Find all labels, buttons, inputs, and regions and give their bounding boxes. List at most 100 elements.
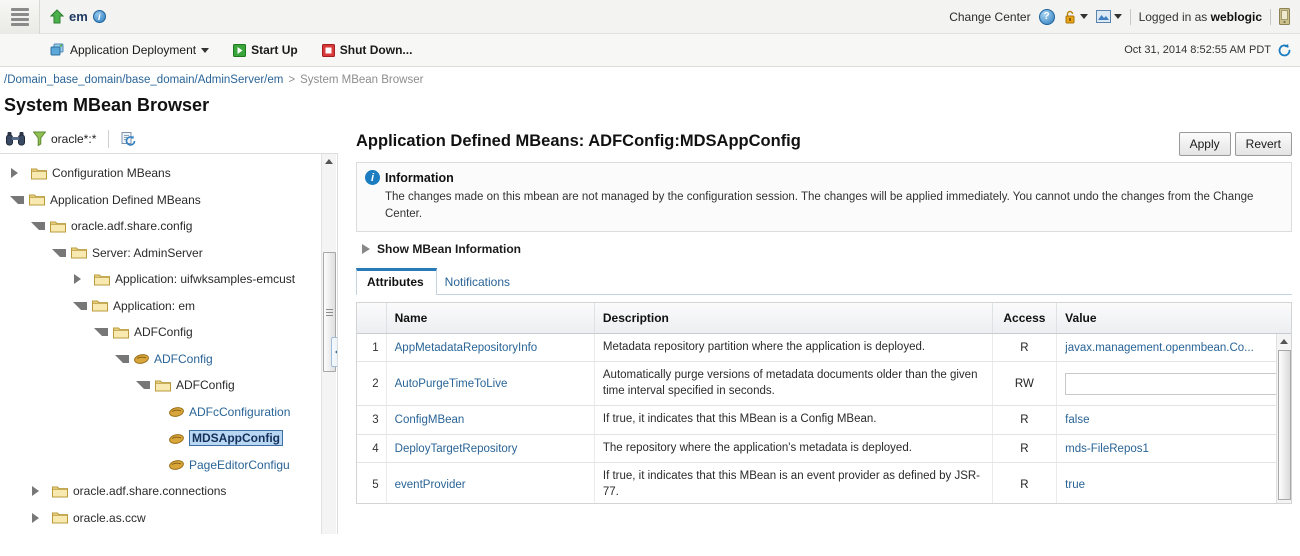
detail-tabs: Attributes Notifications — [356, 268, 1292, 296]
collapse-triangle-icon[interactable] — [52, 248, 66, 257]
tree-node-label: ADFConfig — [154, 351, 213, 366]
panel-collapse-handle[interactable] — [331, 337, 337, 367]
collapse-triangle-icon[interactable] — [10, 195, 24, 204]
attribute-name-link[interactable]: eventProvider — [395, 479, 466, 491]
tree-node-application-em[interactable]: Application: em — [0, 293, 337, 320]
information-panel: i Information The changes made on this m… — [356, 162, 1292, 233]
application-deployment-icon — [50, 43, 65, 57]
refresh-icon[interactable] — [1277, 43, 1292, 58]
show-mbean-information-label: Show MBean Information — [377, 242, 521, 257]
picture-menu-button[interactable] — [1095, 10, 1122, 23]
tree-node-adfconfig[interactable]: ADFConfig — [0, 319, 337, 346]
application-deployment-menu[interactable]: Application Deployment — [50, 43, 210, 57]
scroll-up-arrow-icon[interactable] — [1277, 334, 1291, 349]
tree-node-mdsappconfig[interactable]: MDSAppConfig — [0, 425, 337, 452]
tree-node-application-defined-mbeans[interactable]: Application Defined MBeans — [0, 187, 337, 214]
attribute-value-link[interactable]: mds-FileRepos1 — [1065, 443, 1283, 455]
start-up-button[interactable]: Start Up — [233, 43, 298, 57]
column-header-name[interactable]: Name — [386, 303, 595, 334]
help-icon[interactable]: ? — [1038, 8, 1055, 25]
table-row[interactable]: 1 AppMetadataRepositoryInfo Metadata repos… — [357, 333, 1291, 363]
tree-node-adfcconfiguration[interactable]: ADFcConfiguration — [0, 399, 337, 426]
attribute-name-link[interactable]: AutoPurgeTimeToLive — [395, 378, 508, 390]
tree-node-oracle-as-ccw[interactable]: oracle.as.ccw — [0, 505, 337, 532]
tree-scroll-area: Configuration MBeans Application Defined … — [0, 154, 338, 534]
funnel-filter-icon — [32, 131, 47, 147]
attribute-name-link[interactable]: DeployTargetRepository — [395, 443, 518, 455]
row-number: 3 — [357, 405, 387, 435]
server-host-icon[interactable] — [1279, 8, 1290, 25]
attribute-value-link[interactable]: true — [1065, 479, 1283, 491]
apply-button[interactable]: Apply — [1178, 132, 1231, 156]
tree-node-adfconfig[interactable]: ADFConfig — [0, 372, 337, 399]
tree-node-configuration-mbeans[interactable]: Configuration MBeans — [0, 160, 337, 187]
tree-node-label: oracle.adf.share.connections — [73, 484, 227, 499]
revert-button[interactable]: Revert — [1234, 132, 1292, 156]
content-header-buttons: Apply Revert — [1178, 132, 1292, 156]
mbean-filter[interactable]: oracle*:* — [32, 131, 96, 147]
attribute-name-link[interactable]: ConfigMBean — [395, 414, 465, 426]
hamburger-menu-icon[interactable] — [0, 0, 40, 34]
attribute-name-cell: AutoPurgeTimeToLive — [386, 361, 595, 407]
collapse-triangle-icon[interactable] — [136, 381, 150, 390]
tree-node-label: ADFcConfiguration — [189, 404, 291, 419]
tree-node-label: Application: uifwksamples-emcust — [115, 272, 296, 287]
table-row[interactable]: 2 AutoPurgeTimeToLive Automatically purge … — [357, 361, 1291, 407]
green-up-arrow-icon — [50, 9, 64, 24]
table-row[interactable]: 3 ConfigMBean If true, it indicates that t… — [357, 405, 1291, 435]
refresh-tree-icon[interactable] — [121, 131, 136, 146]
tree-node-label: Server: AdminServer — [92, 245, 203, 260]
tree-node-application-uifwksamples-emcust[interactable]: Application: uifwksamples-emcust — [0, 266, 337, 293]
table-row[interactable]: 5 eventProvider If true, it indicates that… — [357, 462, 1291, 504]
column-header-description[interactable]: Description — [594, 303, 993, 334]
attribute-value-input[interactable] — [1065, 372, 1283, 395]
column-header-row-number[interactable] — [357, 303, 387, 334]
collapse-triangle-icon[interactable] — [94, 328, 108, 337]
tree-node-oracle-adf-share-connections[interactable]: oracle.adf.share.connections — [0, 478, 337, 505]
scroll-up-arrow-icon[interactable] — [322, 154, 336, 169]
collapse-triangle-icon[interactable] — [31, 222, 45, 231]
brand-group[interactable]: em i — [50, 9, 106, 24]
attribute-name-cell: AppMetadataRepositoryInfo — [386, 333, 595, 363]
attribute-value-link[interactable]: javax.management.openmbean.Co... — [1065, 342, 1283, 354]
attribute-name-link[interactable]: AppMetadataRepositoryInfo — [395, 342, 538, 354]
mbean-icon — [134, 353, 149, 365]
info-icon[interactable]: i — [92, 10, 106, 23]
logged-in-prefix: Logged in as — [1138, 9, 1208, 24]
expand-triangle-icon[interactable] — [74, 274, 88, 285]
breadcrumb-link[interactable]: /Domain_base_domain/base_domain/AdminSer… — [4, 74, 283, 86]
chevron-down-icon — [1113, 14, 1122, 19]
information-title: Information — [385, 170, 454, 185]
collapse-triangle-icon[interactable] — [73, 301, 87, 310]
folder-icon — [113, 326, 129, 339]
show-mbean-information-toggle[interactable]: Show MBean Information — [362, 242, 1292, 256]
expand-triangle-icon[interactable] — [11, 168, 25, 179]
attribute-description-cell: Metadata repository partition where the … — [594, 333, 993, 363]
column-header-access[interactable]: Access — [992, 303, 1058, 334]
tree-node-oracle-adf-share-config[interactable]: oracle.adf.share.config — [0, 213, 337, 240]
binoculars-search-icon[interactable] — [6, 131, 25, 146]
lock-menu-button[interactable] — [1063, 10, 1088, 24]
tree-node-server-adminserver[interactable]: Server: AdminServer — [0, 240, 337, 267]
change-center-label[interactable]: Change Center — [949, 10, 1030, 24]
table-row[interactable]: 4 DeployTargetRepository The repository wh… — [357, 434, 1291, 464]
tab-attributes[interactable]: Attributes — [356, 268, 437, 296]
breadcrumb-separator: > — [288, 74, 296, 86]
folder-icon — [29, 193, 45, 206]
attributes-scrollbar-thumb[interactable] — [1278, 350, 1291, 501]
attribute-value-link[interactable]: false — [1065, 414, 1283, 426]
shut-down-button[interactable]: Shut Down... — [321, 43, 412, 57]
expand-triangle-icon[interactable] — [32, 486, 46, 497]
expand-triangle-icon[interactable] — [32, 512, 46, 523]
collapse-triangle-icon[interactable] — [115, 354, 129, 363]
attributes-table-scrollbar[interactable] — [1276, 334, 1291, 504]
tree-node-adfconfig[interactable]: ADFConfig — [0, 346, 337, 373]
column-header-value[interactable]: Value — [1056, 303, 1291, 334]
row-number: 1 — [357, 333, 387, 363]
folder-icon — [52, 511, 68, 524]
tab-notifications[interactable]: Notifications — [437, 270, 523, 294]
tree-node-pageeditorconfigu[interactable]: PageEditorConfigu — [0, 452, 337, 479]
